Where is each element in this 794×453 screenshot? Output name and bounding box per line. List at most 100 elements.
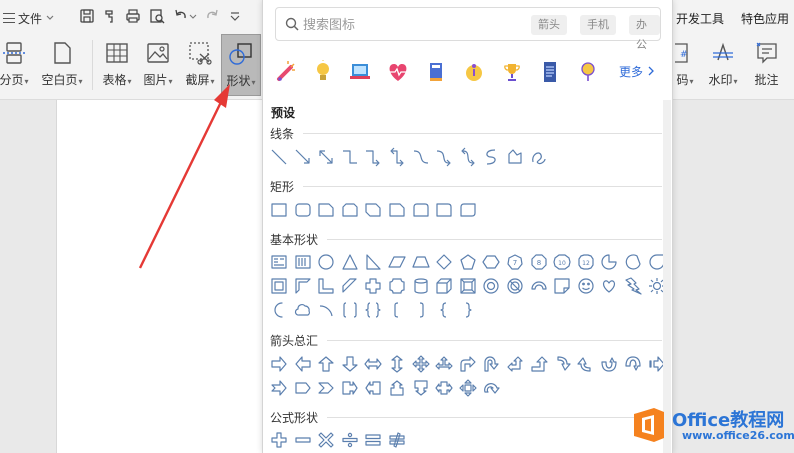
shape-rbrace[interactable] [458, 300, 478, 320]
comment-button[interactable]: 批注 [748, 34, 786, 96]
shape-acurvedr[interactable] [552, 354, 572, 374]
more-icons-link[interactable]: 更多 [619, 63, 655, 80]
shape-blockarc[interactable] [529, 276, 549, 296]
idea-pin-icon[interactable] [575, 59, 601, 85]
shape-hexagon[interactable] [481, 252, 501, 272]
shape-snip2[interactable] [340, 200, 360, 220]
shape-mult[interactable] [316, 430, 336, 450]
shape-dodecagon[interactable]: 12 [576, 252, 596, 272]
shape-heart[interactable] [599, 276, 619, 296]
shape-lshape[interactable] [316, 276, 336, 296]
customize-toolbar-icon[interactable] [229, 8, 241, 24]
save-icon[interactable] [79, 8, 95, 24]
shape-apentagon[interactable] [293, 378, 313, 398]
shape-acalld[interactable] [411, 378, 431, 398]
shape-abentup[interactable] [529, 354, 549, 374]
format-painter-icon[interactable] [102, 8, 118, 24]
shape-acurvedl[interactable] [576, 354, 596, 374]
screenshot-button[interactable]: 截屏 [180, 34, 220, 96]
shape-ellipse[interactable] [316, 252, 336, 272]
shape-rect[interactable] [269, 200, 289, 220]
file-menu[interactable]: 文件 [3, 9, 55, 27]
shape-elbowdbl[interactable] [387, 147, 407, 167]
shape-divide[interactable] [340, 430, 360, 450]
info-badge-icon[interactable] [461, 59, 487, 85]
shape-cube[interactable] [434, 276, 454, 296]
shape-nosymbol[interactable] [505, 276, 525, 296]
laptop-icon[interactable] [347, 59, 373, 85]
picture-button[interactable]: 图片 [139, 34, 177, 96]
shape-notequal[interactable] [387, 430, 407, 450]
shape-scurve[interactable] [481, 147, 501, 167]
tab-special-apps[interactable]: 特色应用 [741, 10, 789, 27]
shape-rrect[interactable] [293, 200, 313, 220]
shape-minus[interactable] [293, 430, 313, 450]
shape-trapezoid[interactable] [411, 252, 431, 272]
heartbeat-icon[interactable] [385, 59, 411, 85]
shape-heptagon[interactable]: 7 [505, 252, 525, 272]
book-icon[interactable] [423, 59, 449, 85]
shape-triangle[interactable] [340, 252, 360, 272]
shape-lbracket[interactable] [387, 300, 407, 320]
shape-scribble[interactable] [529, 147, 549, 167]
shape-lbrace[interactable] [434, 300, 454, 320]
shape-achevron[interactable] [316, 378, 336, 398]
shape-elbow[interactable] [340, 147, 360, 167]
shape-arc[interactable] [316, 300, 336, 320]
trophy-icon[interactable] [499, 59, 525, 85]
shape-aleft[interactable] [293, 354, 313, 374]
shape-pentagon[interactable] [458, 252, 478, 272]
shape-diagstripe[interactable] [340, 276, 360, 296]
shape-pie[interactable] [599, 252, 619, 272]
shape-equal[interactable] [363, 430, 383, 450]
print-icon[interactable] [125, 8, 141, 24]
shape-arrowline[interactable] [293, 147, 313, 167]
shape-acallquad[interactable] [458, 378, 478, 398]
shape-aud[interactable] [387, 354, 407, 374]
shape-acallr[interactable] [340, 378, 360, 398]
shape-acallu[interactable] [387, 378, 407, 398]
shape-alru[interactable] [434, 354, 454, 374]
undo-icon[interactable] [173, 8, 189, 24]
shape-acircular[interactable] [481, 378, 501, 398]
tab-developer-tools[interactable]: 开发工具 [676, 10, 724, 27]
shape-dblbrace[interactable] [363, 300, 383, 320]
shape-curve[interactable] [411, 147, 431, 167]
shape-plus[interactable] [269, 430, 289, 450]
shape-acalllr[interactable] [434, 378, 454, 398]
shape-vtextbox[interactable] [293, 252, 313, 272]
shape-elbowarrow[interactable] [363, 147, 383, 167]
shape-dblbracket[interactable] [340, 300, 360, 320]
shape-snipr[interactable] [387, 200, 407, 220]
barcode-button[interactable]: # 码 [671, 34, 699, 96]
search-tag-office[interactable]: 办公 [629, 15, 660, 51]
print-preview-icon[interactable] [149, 8, 165, 24]
shape-alr[interactable] [363, 354, 383, 374]
shape-donut[interactable] [481, 276, 501, 296]
shape-octagon[interactable]: 8 [529, 252, 549, 272]
shapes-button[interactable]: 形状 [221, 34, 261, 96]
panel-scrollbar[interactable] [663, 100, 671, 453]
shape-decagon[interactable]: 10 [552, 252, 572, 272]
shape-freeform[interactable] [505, 147, 525, 167]
blank-page-button[interactable]: 空白页 [38, 34, 86, 96]
search-tag-arrow[interactable]: 箭头 [531, 15, 567, 35]
redo-icon[interactable] [204, 8, 220, 24]
shape-chord[interactable] [623, 252, 643, 272]
shape-rtriangle[interactable] [363, 252, 383, 272]
shape-rbracket[interactable] [411, 300, 431, 320]
shape-curvedbl[interactable] [458, 147, 478, 167]
shape-aturn[interactable] [481, 354, 501, 374]
search-input[interactable] [303, 15, 503, 35]
firework-icon[interactable] [273, 59, 299, 85]
shape-smiley[interactable] [576, 276, 596, 296]
shape-foldedcorner[interactable] [552, 276, 572, 296]
shape-cloud[interactable] [293, 300, 313, 320]
shape-acalll[interactable] [363, 378, 383, 398]
document-icon[interactable] [537, 59, 563, 85]
shape-rrect3[interactable] [434, 200, 454, 220]
shape-aleftup[interactable] [505, 354, 525, 374]
shape-acurvedu[interactable] [599, 354, 619, 374]
shape-acurvedd[interactable] [623, 354, 643, 374]
shape-can[interactable] [411, 276, 431, 296]
